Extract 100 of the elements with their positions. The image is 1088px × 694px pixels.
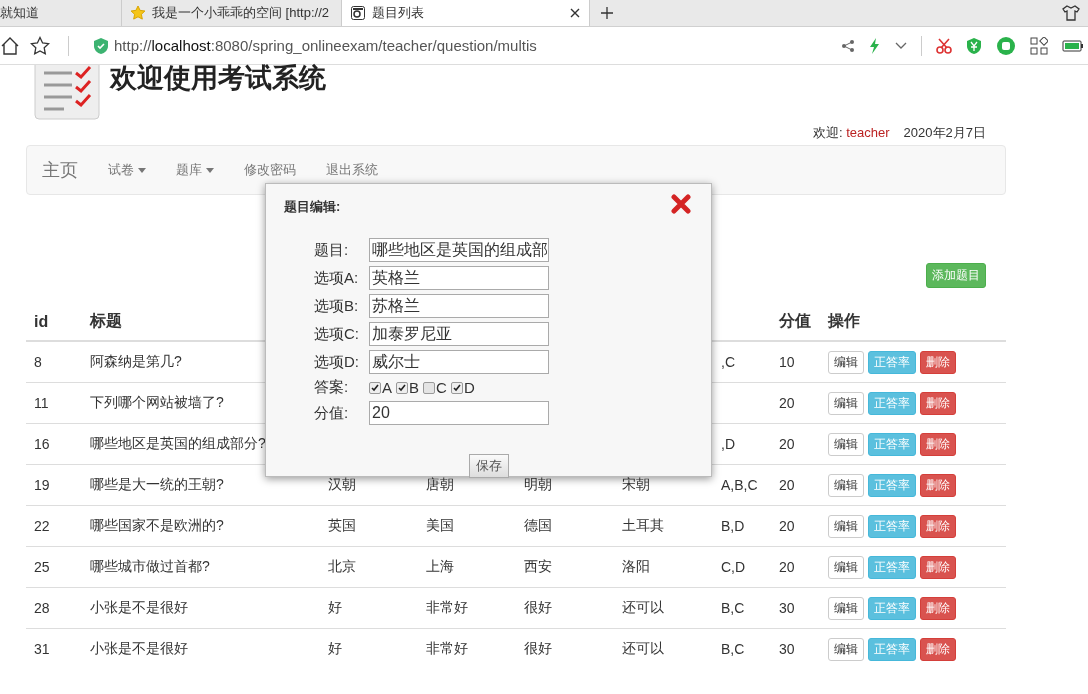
delete-button[interactable]: 删除 bbox=[920, 473, 956, 497]
input-field[interactable]: 20 bbox=[369, 401, 549, 425]
nav-item[interactable]: 修改密码 bbox=[229, 161, 311, 179]
nav-item[interactable]: 退出系统 bbox=[311, 161, 393, 179]
nav-item[interactable]: 试卷 bbox=[93, 161, 161, 179]
input-field[interactable]: 哪些地区是英国的组成部 bbox=[369, 238, 549, 262]
checkbox[interactable] bbox=[396, 381, 408, 394]
table-cell: 16 bbox=[26, 423, 82, 465]
table-cell: 11 bbox=[26, 382, 82, 424]
edit-button[interactable]: 编辑 bbox=[828, 350, 864, 374]
table-cell: 20 bbox=[771, 423, 820, 465]
add-question-button[interactable]: 添加题目 bbox=[926, 263, 986, 288]
nav-item[interactable]: 题库 bbox=[161, 161, 229, 179]
delete-button[interactable]: 删除 bbox=[920, 391, 956, 415]
checkbox[interactable] bbox=[369, 381, 381, 394]
column-header: 分值 bbox=[771, 303, 820, 341]
table-cell: 25 bbox=[26, 546, 82, 588]
table-cell: 小张是不是很好 bbox=[82, 628, 320, 669]
table-cell: 哪些城市做过首都? bbox=[82, 546, 320, 588]
battery-icon bbox=[1062, 39, 1084, 52]
checkbox-label: B bbox=[409, 379, 420, 396]
table-cell: 好 bbox=[320, 587, 418, 629]
table-cell: 西安 bbox=[516, 546, 614, 588]
table-cell: 20 bbox=[771, 505, 820, 547]
circle-icon[interactable] bbox=[996, 35, 1016, 56]
table-cell: 德国 bbox=[516, 505, 614, 547]
table-cell: B,D bbox=[713, 505, 771, 547]
table-cell: 英国 bbox=[320, 505, 418, 547]
table-cell: B,C bbox=[713, 587, 771, 629]
address-field[interactable]: http://localhost:8080/spring_onlineexam/teacher/question/multis bbox=[114, 37, 537, 54]
shield-icon bbox=[93, 36, 109, 55]
table-cell: 很好 bbox=[516, 628, 614, 669]
delete-button[interactable]: 删除 bbox=[920, 637, 956, 661]
table-cell: 非常好 bbox=[418, 587, 516, 629]
table-cell: 20 bbox=[771, 464, 820, 506]
page-icon bbox=[350, 5, 366, 21]
delete-button[interactable]: 删除 bbox=[920, 555, 956, 579]
lightning-icon[interactable] bbox=[869, 37, 881, 54]
table-cell: 30 bbox=[771, 628, 820, 669]
edit-button[interactable]: 编辑 bbox=[828, 637, 864, 661]
checkbox[interactable] bbox=[450, 381, 463, 394]
delete-button[interactable]: 删除 bbox=[920, 432, 956, 456]
table-cell: 31 bbox=[26, 628, 82, 669]
table-cell: A,B,C bbox=[713, 464, 771, 506]
column-header: id bbox=[26, 303, 82, 341]
checkbox-label: D bbox=[463, 379, 475, 396]
table-cell: 还可以 bbox=[614, 628, 713, 669]
save-button[interactable]: 保存 bbox=[469, 454, 509, 478]
browser-tab[interactable]: 题目列表 bbox=[342, 0, 590, 26]
date-text: 2020年2月7日 bbox=[903, 124, 986, 142]
input-field[interactable]: 苏格兰 bbox=[369, 294, 549, 318]
yen-shield-icon[interactable] bbox=[966, 36, 982, 55]
table-cell: 好 bbox=[320, 628, 418, 669]
delete-button[interactable]: 删除 bbox=[920, 596, 956, 620]
scissors-icon[interactable] bbox=[936, 37, 952, 54]
table-cell: C,D bbox=[713, 546, 771, 588]
delete-button[interactable]: 删除 bbox=[920, 514, 956, 538]
star-icon bbox=[130, 5, 146, 21]
checkbox-label: C bbox=[436, 379, 447, 396]
table-cell: 10 bbox=[771, 341, 820, 383]
home-icon[interactable] bbox=[0, 35, 20, 56]
close-icon[interactable] bbox=[569, 7, 581, 19]
checklist-logo-icon bbox=[34, 65, 100, 120]
table-cell: 8 bbox=[26, 341, 82, 383]
apps-icon[interactable] bbox=[1030, 36, 1048, 55]
table-cell: 30 bbox=[771, 587, 820, 629]
table-cell: 20 bbox=[771, 382, 820, 424]
table-cell: 19 bbox=[26, 464, 82, 506]
plus-icon[interactable] bbox=[600, 6, 614, 20]
edit-button[interactable]: 编辑 bbox=[828, 432, 864, 456]
edit-button[interactable]: 编辑 bbox=[828, 555, 864, 579]
input-field[interactable]: 加泰罗尼亚 bbox=[369, 322, 549, 346]
table-cell: 北京 bbox=[320, 546, 418, 588]
checkbox-label: A bbox=[382, 379, 392, 396]
table-cell: 上海 bbox=[418, 546, 516, 588]
table-cell: 小张是不是很好 bbox=[82, 587, 320, 629]
edit-button[interactable]: 编辑 bbox=[828, 473, 864, 497]
welcome-text: 欢迎: teacher bbox=[813, 124, 890, 142]
share-icon[interactable] bbox=[841, 38, 855, 53]
table-cell: 很好 bbox=[516, 587, 614, 629]
table-cell: 哪些国家不是欧洲的? bbox=[82, 505, 320, 547]
table-cell: 22 bbox=[26, 505, 82, 547]
edit-button[interactable]: 编辑 bbox=[828, 596, 864, 620]
home-link[interactable]: 主页 bbox=[42, 158, 78, 182]
star-icon[interactable] bbox=[30, 35, 50, 56]
delete-button[interactable]: 删除 bbox=[920, 350, 956, 374]
table-cell: 美国 bbox=[418, 505, 516, 547]
edit-button[interactable]: 编辑 bbox=[828, 391, 864, 415]
field-label: 选项A: bbox=[314, 268, 360, 288]
shirt-icon[interactable] bbox=[1062, 5, 1080, 21]
field-label: 题目: bbox=[314, 240, 350, 260]
page-title: 欢迎使用考试系统 bbox=[110, 65, 326, 91]
edit-button[interactable]: 编辑 bbox=[828, 514, 864, 538]
checkbox[interactable] bbox=[423, 381, 436, 394]
input-field[interactable]: 威尔士 bbox=[369, 350, 549, 374]
input-field[interactable]: 英格兰 bbox=[369, 266, 549, 290]
table-cell: 还可以 bbox=[614, 587, 713, 629]
browser-tab[interactable]: 就知道 bbox=[0, 0, 122, 26]
table-cell: B,C bbox=[713, 628, 771, 669]
chevron-icon[interactable] bbox=[895, 41, 907, 50]
